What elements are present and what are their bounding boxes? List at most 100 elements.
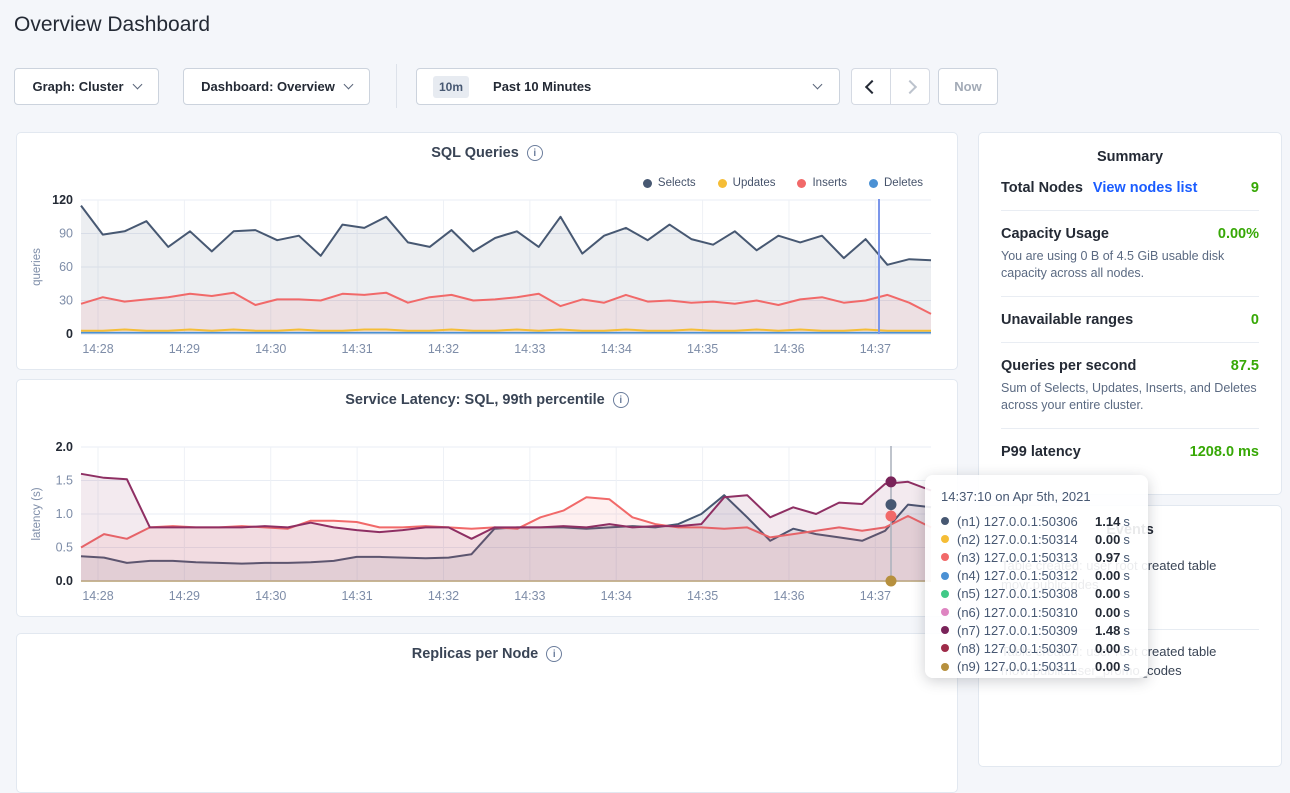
node-color-dot bbox=[941, 644, 949, 652]
tooltip-node-value: 0.00 bbox=[1095, 641, 1120, 656]
svg-text:14:30: 14:30 bbox=[255, 589, 286, 603]
time-range-dropdown[interactable]: 10m Past 10 Minutes bbox=[416, 68, 840, 105]
capacity-usage-value: 0.00% bbox=[1218, 226, 1259, 242]
tooltip-node-address: (n6) 127.0.0.1:50310 bbox=[957, 605, 1095, 620]
svg-text:1.5: 1.5 bbox=[56, 474, 73, 488]
svg-text:14:35: 14:35 bbox=[687, 589, 718, 603]
svg-text:14:37: 14:37 bbox=[860, 589, 891, 603]
node-color-dot bbox=[941, 572, 949, 580]
tooltip-node-row: (n7) 127.0.0.1:503091.48s bbox=[941, 621, 1138, 639]
svg-text:14:28: 14:28 bbox=[82, 589, 113, 603]
capacity-usage-desc: You are using 0 B of 4.5 GiB usable disk… bbox=[1001, 248, 1259, 282]
now-button[interactable]: Now bbox=[938, 68, 998, 105]
tooltip-node-unit: s bbox=[1123, 605, 1130, 620]
tooltip-node-value: 0.00 bbox=[1095, 532, 1120, 547]
time-range-badge: 10m bbox=[433, 76, 469, 98]
prev-range-button[interactable] bbox=[851, 68, 891, 105]
svg-text:14:32: 14:32 bbox=[428, 342, 459, 356]
svg-text:0.0: 0.0 bbox=[56, 574, 73, 588]
tooltip-node-unit: s bbox=[1123, 641, 1130, 656]
tooltip-node-unit: s bbox=[1123, 659, 1130, 674]
tooltip-node-unit: s bbox=[1123, 532, 1130, 547]
tooltip-node-address: (n7) 127.0.0.1:50309 bbox=[957, 623, 1095, 638]
svg-text:14:37: 14:37 bbox=[860, 342, 891, 356]
tooltip-node-unit: s bbox=[1123, 550, 1130, 565]
svg-text:2.0: 2.0 bbox=[56, 440, 73, 454]
graph-scope-label: Graph: Cluster bbox=[32, 79, 123, 94]
replicas-per-node-title: Replicas per Node i bbox=[17, 646, 957, 662]
tooltip-node-unit: s bbox=[1123, 514, 1130, 529]
tooltip-node-value: 0.00 bbox=[1095, 586, 1120, 601]
replicas-per-node-title-text: Replicas per Node bbox=[412, 646, 539, 662]
svg-text:90: 90 bbox=[59, 227, 73, 241]
tooltip-node-unit: s bbox=[1123, 586, 1130, 601]
tooltip-node-address: (n9) 127.0.0.1:50311 bbox=[957, 659, 1095, 674]
tooltip-node-address: (n4) 127.0.0.1:50312 bbox=[957, 568, 1095, 583]
tooltip-node-row: (n9) 127.0.0.1:503110.00s bbox=[941, 658, 1138, 676]
node-color-dot bbox=[941, 608, 949, 616]
tooltip-node-value: 0.00 bbox=[1095, 568, 1120, 583]
svg-text:14:29: 14:29 bbox=[169, 342, 200, 356]
page-title: Overview Dashboard bbox=[14, 13, 210, 37]
summary-row-unavailable-ranges: Unavailable ranges 0 bbox=[1001, 297, 1259, 343]
chevron-down-icon bbox=[132, 80, 142, 90]
svg-text:14:29: 14:29 bbox=[169, 589, 200, 603]
toolbar-divider bbox=[396, 64, 397, 108]
tooltip-node-address: (n8) 127.0.0.1:50307 bbox=[957, 641, 1095, 656]
p99-latency-label: P99 latency bbox=[1001, 444, 1081, 460]
tooltip-node-value: 1.14 bbox=[1095, 514, 1120, 529]
tooltip-node-value: 1.48 bbox=[1095, 623, 1120, 638]
tooltip-node-address: (n1) 127.0.0.1:50306 bbox=[957, 514, 1095, 529]
svg-text:14:28: 14:28 bbox=[82, 342, 113, 356]
svg-text:0.5: 0.5 bbox=[56, 541, 73, 555]
p99-latency-value: 1208.0 ms bbox=[1190, 444, 1259, 460]
tooltip-node-value: 0.97 bbox=[1095, 550, 1120, 565]
view-nodes-list-link[interactable]: View nodes list bbox=[1093, 180, 1198, 196]
tooltip-node-address: (n5) 127.0.0.1:50308 bbox=[957, 586, 1095, 601]
summary-row-total-nodes: Total Nodes View nodes list 9 bbox=[1001, 165, 1259, 211]
node-color-dot bbox=[941, 590, 949, 598]
svg-text:14:36: 14:36 bbox=[773, 342, 804, 356]
summary-title: Summary bbox=[979, 149, 1281, 165]
svg-text:60: 60 bbox=[59, 260, 73, 274]
info-icon[interactable]: i bbox=[546, 646, 562, 662]
node-color-dot bbox=[941, 626, 949, 634]
tooltip-node-value: 0.00 bbox=[1095, 659, 1120, 674]
tooltip-timestamp: 14:37:10 on Apr 5th, 2021 bbox=[941, 489, 1138, 504]
svg-text:14:33: 14:33 bbox=[514, 342, 545, 356]
dashboard-dropdown[interactable]: Dashboard: Overview bbox=[183, 68, 370, 105]
tooltip-node-address: (n3) 127.0.0.1:50313 bbox=[957, 550, 1095, 565]
svg-text:30: 30 bbox=[59, 294, 73, 308]
sql-queries-chart[interactable]: 030609012014:2814:2914:3014:3114:3214:33… bbox=[17, 133, 959, 371]
unavailable-ranges-label: Unavailable ranges bbox=[1001, 312, 1133, 328]
svg-text:14:34: 14:34 bbox=[601, 589, 632, 603]
summary-panel: Summary Total Nodes View nodes list 9 Ca… bbox=[978, 132, 1282, 495]
chart-hover-tooltip: 14:37:10 on Apr 5th, 2021 (n1) 127.0.0.1… bbox=[925, 475, 1148, 678]
node-color-dot bbox=[941, 535, 949, 543]
svg-text:14:33: 14:33 bbox=[514, 589, 545, 603]
svg-text:14:31: 14:31 bbox=[341, 589, 372, 603]
svg-text:14:32: 14:32 bbox=[428, 589, 459, 603]
svg-text:14:35: 14:35 bbox=[687, 342, 718, 356]
summary-row-queries-per-second: Queries per second 87.5 Sum of Selects, … bbox=[1001, 343, 1259, 429]
next-range-button[interactable] bbox=[890, 68, 930, 105]
node-color-dot bbox=[941, 663, 949, 671]
time-range-label: Past 10 Minutes bbox=[493, 79, 591, 94]
chevron-down-icon bbox=[813, 80, 823, 90]
svg-text:1.0: 1.0 bbox=[56, 507, 73, 521]
service-latency-chart[interactable]: 0.0 0.5 1.0 1.5 2.0 14:28 14:29 14:30 14:31 14:32… bbox=[17, 380, 959, 618]
tooltip-node-row: (n3) 127.0.0.1:503130.97s bbox=[941, 548, 1138, 566]
service-latency-card: Service Latency: SQL, 99th percentile i … bbox=[16, 379, 958, 617]
graph-scope-dropdown[interactable]: Graph: Cluster bbox=[14, 68, 159, 105]
replicas-per-node-card: Replicas per Node i bbox=[16, 633, 958, 793]
capacity-usage-label: Capacity Usage bbox=[1001, 226, 1109, 242]
chevron-left-icon bbox=[864, 79, 878, 93]
svg-text:14:34: 14:34 bbox=[601, 342, 632, 356]
summary-row-p99-latency: P99 latency 1208.0 ms bbox=[1001, 429, 1259, 474]
unavailable-ranges-value: 0 bbox=[1251, 312, 1259, 328]
chevron-right-icon bbox=[903, 79, 917, 93]
tooltip-node-row: (n5) 127.0.0.1:503080.00s bbox=[941, 585, 1138, 603]
queries-per-second-desc: Sum of Selects, Updates, Inserts, and De… bbox=[1001, 380, 1259, 414]
svg-text:14:36: 14:36 bbox=[773, 589, 804, 603]
svg-text:14:30: 14:30 bbox=[255, 342, 286, 356]
